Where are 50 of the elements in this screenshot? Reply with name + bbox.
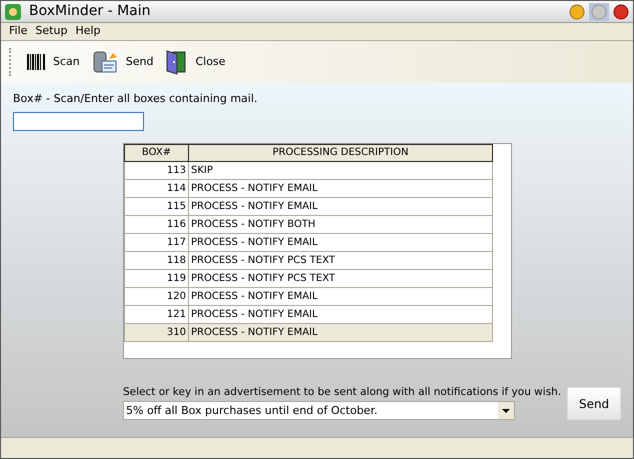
table-cell-text: PROCESS - NOTIFY EMAIL [190, 236, 319, 250]
table-row[interactable]: 114 PROCESS - NOTIFY EMAIL [124, 180, 493, 198]
table-cell-text: PROCESS - NOTIFY PCS TEXT [190, 272, 336, 286]
barcode-icon [27, 54, 45, 70]
table-cell: 310 [125, 324, 189, 340]
table-row[interactable]: 113 SKIP [124, 162, 493, 180]
table-cell: 113 [125, 162, 189, 178]
table-cell: 114 [125, 180, 189, 196]
advertisement-label: Select or key in an advertisement to be sent along with all notifications if you wish. [123, 384, 562, 400]
table-cell: 117 [125, 234, 189, 250]
table-cell-text: PROCESS - NOTIFY PCS TEXT [190, 254, 336, 268]
table-cell: 119 [125, 270, 189, 286]
table-cell: 121 [125, 306, 189, 322]
menu-item[interactable]: Help [75, 23, 101, 40]
box-number-field[interactable] [13, 112, 144, 130]
table-cell-text: PROCESS - NOTIFY EMAIL [190, 308, 319, 322]
door-icon [165, 49, 188, 75]
table-row[interactable]: 121 PROCESS - NOTIFY EMAIL [124, 306, 493, 324]
table-cell: 118 [125, 252, 189, 268]
table-cell-text: SKIP [190, 164, 214, 178]
table-cell: 116 [125, 216, 189, 232]
column-header[interactable]: BOX# [125, 144, 189, 160]
advertisement-dropdown[interactable]: 5% off all Box purchases until end of October. [123, 401, 515, 420]
window-title: BoxMinder - Main [29, 2, 150, 21]
table-row[interactable]: 117 PROCESS - NOTIFY EMAIL [124, 234, 493, 252]
table-cell-text: PROCESS - NOTIFY EMAIL [190, 290, 319, 304]
mailbox-icon [92, 49, 118, 75]
app-icon [5, 4, 21, 20]
table-row[interactable]: 118 PROCESS - NOTIFY PCS TEXT [124, 252, 493, 270]
table-row[interactable]: 116 PROCESS - NOTIFY BOTH [124, 216, 493, 234]
toolbar-button[interactable]: Scan [27, 54, 80, 70]
table-cell-text: PROCESS - NOTIFY BOTH [190, 218, 316, 232]
send-button[interactable]: Send [567, 387, 621, 420]
table-row[interactable]: 119 PROCESS - NOTIFY PCS TEXT [124, 270, 493, 288]
table-cell: 115 [125, 198, 189, 214]
menu-item[interactable]: Setup [35, 23, 68, 40]
table-cell: 120 [125, 288, 189, 304]
toolbar-button[interactable]: Send [92, 49, 154, 75]
close-icon[interactable] [613, 4, 629, 20]
table-cell-text: PROCESS - NOTIFY EMAIL [190, 200, 319, 214]
table-cell-text: PROCESS - NOTIFY EMAIL [190, 326, 319, 340]
menu-item[interactable]: File [9, 23, 28, 40]
minimize-icon[interactable] [569, 4, 585, 20]
table-row[interactable]: 115 PROCESS - NOTIFY EMAIL [124, 198, 493, 216]
field-label: Box# - Scan/Enter all boxes containing mail. [13, 91, 258, 107]
column-header[interactable]: PROCESSING DESCRIPTION [189, 144, 492, 160]
table-cell-text: PROCESS - NOTIFY EMAIL [190, 182, 319, 196]
table-row[interactable]: 120 PROCESS - NOTIFY EMAIL [124, 288, 493, 306]
table-row[interactable]: 310 PROCESS - NOTIFY EMAIL [124, 324, 493, 342]
toolbar-button[interactable]: Close [165, 49, 226, 75]
